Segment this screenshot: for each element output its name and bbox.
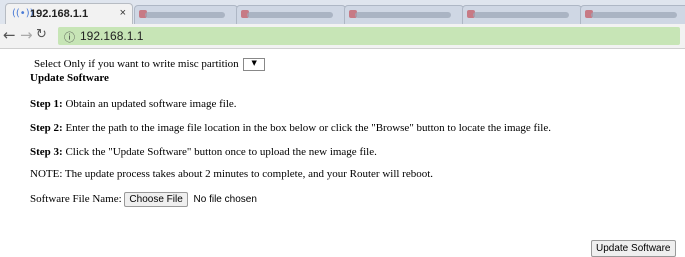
step-2-label: Step 2: — [30, 122, 63, 134]
tab-router[interactable]: ((•)) 192.168.1.1 × — [5, 3, 133, 24]
step-3: Step 3: Click the "Update Software" butt… — [30, 146, 377, 158]
file-label: Software File Name: — [30, 193, 122, 206]
address-bar[interactable]: ⓘ 192.168.1.1 — [58, 27, 680, 45]
update-software-page: Select Only if you want to write misc pa… — [0, 50, 685, 257]
blurred-tab-title — [591, 12, 677, 18]
misc-partition-select[interactable]: ▼ — [243, 58, 266, 71]
tab-background[interactable] — [462, 5, 582, 24]
misc-partition-row: Select Only if you want to write misc pa… — [34, 58, 266, 71]
reload-icon[interactable]: ↻ — [36, 27, 47, 42]
blurred-tab-title — [247, 12, 333, 18]
blurred-tab-title — [473, 12, 569, 18]
step-1: Step 1: Obtain an updated software image… — [30, 98, 237, 110]
tab-title: 192.168.1.1 — [30, 8, 89, 20]
tab-background[interactable] — [236, 5, 346, 24]
tab-background[interactable] — [134, 5, 238, 24]
tab-background[interactable] — [580, 5, 685, 24]
dropdown-arrow-icon: ▼ — [251, 59, 257, 67]
blurred-tab-title — [145, 12, 225, 18]
step-1-text: Obtain an updated software image file. — [65, 98, 237, 110]
choose-file-button[interactable]: Choose File — [124, 192, 188, 207]
step-2-text: Enter the path to the image file locatio… — [65, 122, 551, 134]
file-row: Software File Name: Choose File No file … — [30, 192, 257, 207]
tab-background[interactable] — [344, 5, 464, 24]
page-title: Update Software — [30, 72, 109, 84]
back-arrow-icon[interactable]: ← — [3, 26, 16, 44]
file-status: No file chosen — [193, 194, 257, 205]
misc-partition-label: Select Only if you want to write misc pa… — [34, 58, 239, 71]
step-3-text: Click the "Update Software" button once … — [65, 146, 377, 158]
tab-strip: ((•)) 192.168.1.1 × — [0, 0, 685, 24]
address-url: 192.168.1.1 — [80, 29, 144, 43]
forward-arrow-icon[interactable]: → — [20, 26, 33, 44]
step-1-label: Step 1: — [30, 98, 63, 110]
update-software-button[interactable]: Update Software — [591, 240, 676, 257]
update-note: NOTE: The update process takes about 2 m… — [30, 168, 434, 180]
browser-toolbar: ← → ↻ ⓘ 192.168.1.1 — [0, 24, 685, 49]
blurred-tab-title — [355, 12, 451, 18]
step-2: Step 2: Enter the path to the image file… — [30, 122, 551, 134]
close-tab-icon[interactable]: × — [120, 7, 126, 19]
step-3-label: Step 3: — [30, 146, 63, 158]
info-icon[interactable]: ⓘ — [64, 29, 75, 45]
